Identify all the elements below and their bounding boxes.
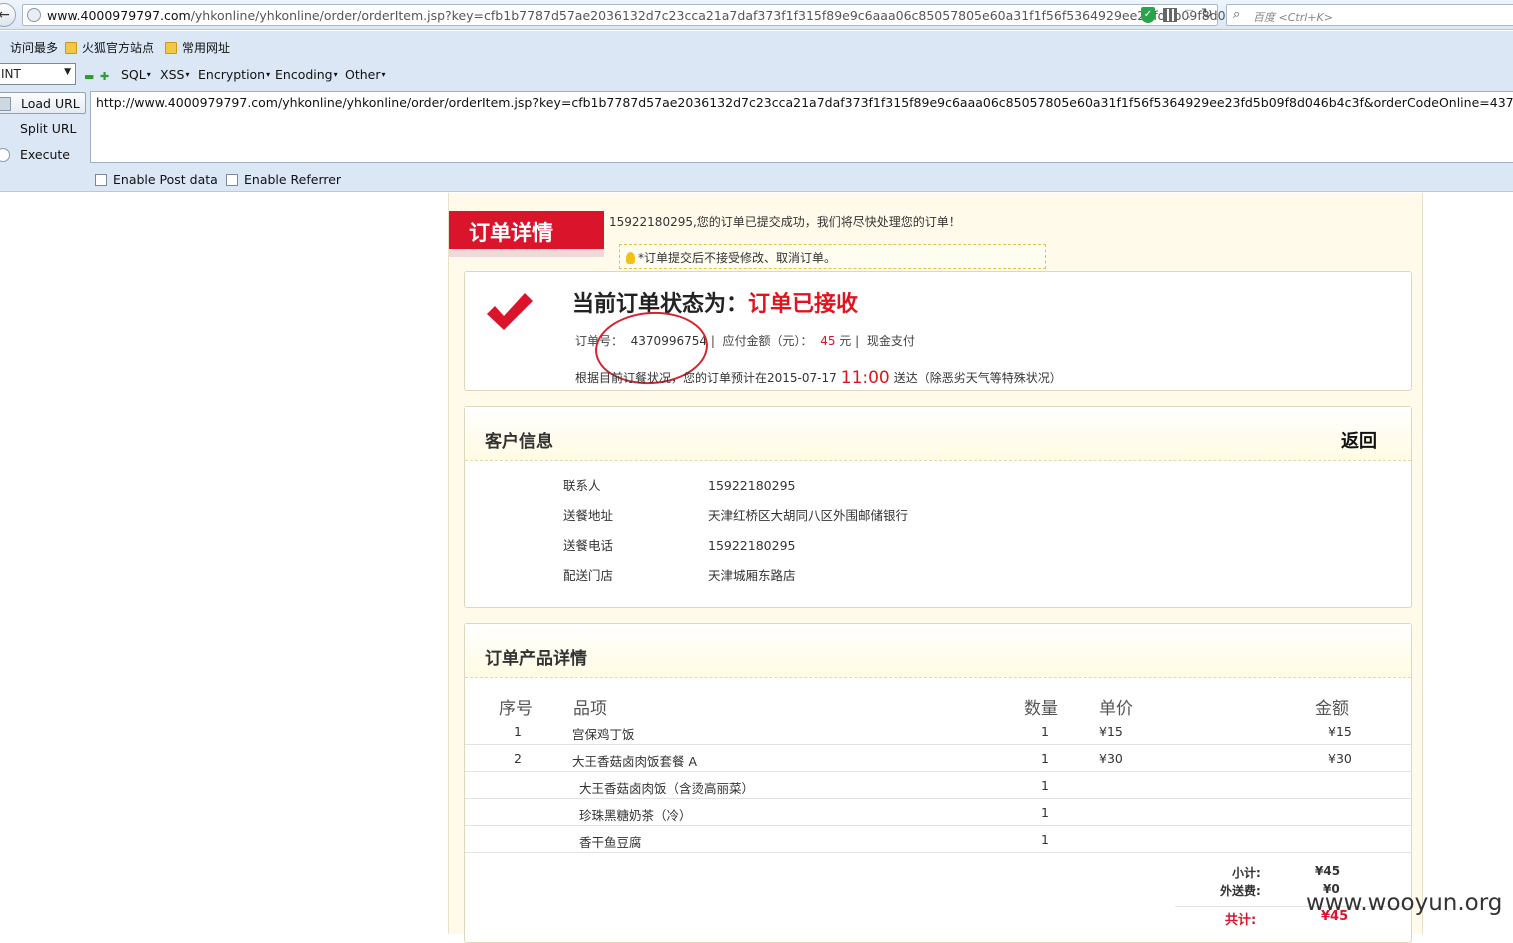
customer-info-header: 客户信息 返回 <box>465 407 1411 461</box>
col-header-no: 序号 <box>499 699 533 719</box>
delivery-fee-label: 外送费: <box>1220 884 1261 898</box>
load-icon <box>0 97 11 111</box>
total-label: 共计: <box>1225 913 1257 928</box>
checkmark-icon <box>487 293 533 330</box>
order-page: 订单详情 15922180295,您的订单已提交成功，我们将尽快处理您的订单！ … <box>448 193 1423 943</box>
order-products-panel: 订单产品详情 序号 品项 数量 单价 金额 1 宫保鸡丁饭 1 ¥15 ¥15 2大… <box>464 623 1413 943</box>
table-row: 2 大王香菇卤肉饭套餐 A 1 ¥30 ¥30 <box>465 745 1411 772</box>
bookmark-firefox-official[interactable]: 火狐官方站点 <box>65 39 154 56</box>
menu-encoding[interactable]: Encoding▾ <box>275 67 338 82</box>
order-status-value: 订单已接收 <box>748 292 859 317</box>
back-link[interactable]: 返回 <box>1341 427 1377 453</box>
menu-encryption[interactable]: Encryption▾ <box>198 67 270 82</box>
col-header-qty: 数量 <box>1024 699 1058 719</box>
execute-icon <box>0 148 10 162</box>
col-header-item: 品项 <box>573 699 607 719</box>
split-url-button[interactable]: Split URL <box>0 118 86 140</box>
browser-toolbar: ← www.4000979797.com/yhkonline/yhkonline… <box>0 0 1513 30</box>
enable-post-data-checkbox[interactable]: Enable Post data <box>95 172 218 187</box>
bookmark-most-visited[interactable]: 访问最多 <box>10 39 58 56</box>
shield-icon[interactable]: ✓ <box>1141 7 1155 23</box>
table-row: 香干鱼豆腐 1 <box>465 826 1411 853</box>
reload-icon[interactable]: ↻ <box>1201 6 1213 22</box>
delivery-eta: 根据目前订餐状况，您的订单预计在2015-07-17 11:00 送达（除恶劣天气等… <box>575 368 1062 388</box>
order-status-panel: 当前订单状态为：订单已接收 订单号： 4370996754 | 应付金额（元）：… <box>464 271 1412 391</box>
menu-other[interactable]: Other▾ <box>345 67 386 82</box>
table-row: 珍珠黑糖奶茶（冷） 1 <box>465 799 1411 826</box>
url-textarea[interactable]: http://www.4000979797.com/yhkonline/yhko… <box>90 91 1513 163</box>
table-row: 大王香菇卤肉饭（含烫高丽菜） 1 <box>465 772 1411 799</box>
bookmarks-bar: 访问最多 火狐官方站点 常用网址 <box>0 31 1513 61</box>
ribbon-fold <box>449 249 604 257</box>
execute-button[interactable]: Execute <box>0 144 86 166</box>
info-row-contact: 联系人 15922180295 <box>563 478 796 493</box>
subtotal-value: ¥45 <box>1315 864 1341 878</box>
col-header-amount: 金额 <box>1315 699 1349 719</box>
payment-method: 现金支付 <box>866 334 915 348</box>
bookmark-common-sites[interactable]: 常用网址 <box>165 39 230 56</box>
notice-box: *订单提交后不接受修改、取消订单。 <box>619 244 1046 269</box>
plus-icon[interactable]: ✚ <box>100 70 109 83</box>
hackbar-panel: Load URL Split URL Execute http://www.40… <box>0 89 1513 192</box>
customer-info-title: 客户信息 <box>485 432 553 452</box>
watermark: www.wooyun.org <box>1306 890 1503 916</box>
order-amount: 45 <box>820 334 836 348</box>
order-detail-ribbon: 订单详情 <box>449 211 604 249</box>
menu-xss[interactable]: XSS▾ <box>160 67 189 82</box>
dropdown-arrow-icon[interactable]: ▽ <box>1185 7 1193 20</box>
info-row-phone: 送餐电话 15922180295 <box>563 538 796 553</box>
submit-message: 15922180295,您的订单已提交成功，我们将尽快处理您的订单！ <box>609 215 961 229</box>
qr-code-icon[interactable] <box>1163 8 1177 22</box>
globe-icon <box>27 8 41 22</box>
folder-icon <box>165 42 177 54</box>
load-url-button[interactable]: Load URL <box>0 92 86 114</box>
order-status-title: 当前订单状态为：订单已接收 <box>572 292 859 317</box>
address-text: www.4000979797.com/yhkonline/yhkonline/o… <box>47 8 1250 23</box>
subtotal-label: 小计: <box>1232 866 1261 880</box>
search-icon: ⌕ <box>1233 7 1241 22</box>
lightbulb-icon <box>626 252 635 264</box>
back-button[interactable]: ← <box>0 3 16 27</box>
back-arrow-icon: ← <box>0 7 10 23</box>
info-row-address: 送餐地址 天津红桥区大胡同八区外围邮储银行 <box>563 508 909 523</box>
products-header: 订单产品详情 <box>465 624 1411 678</box>
address-bar[interactable]: www.4000979797.com/yhkonline/yhkonline/o… <box>22 4 1249 26</box>
minus-icon[interactable]: ▬ <box>84 70 94 83</box>
hackbar-menu-bar: INT ▼ ▬ ✚ SQL▾ XSS▾ Encryption▾ Encoding▾… <box>0 61 1513 89</box>
folder-icon <box>65 42 77 54</box>
enable-referrer-checkbox[interactable]: Enable Referrer <box>226 172 341 187</box>
table-row: 1 宫保鸡丁饭 1 ¥15 ¥15 <box>465 718 1411 745</box>
customer-info-panel: 客户信息 返回 联系人 15922180295 送餐地址 天津红桥区大胡同八区外围邮… <box>464 406 1412 608</box>
info-row-store: 配送门店 天津城厢东路店 <box>563 568 796 583</box>
menu-sql[interactable]: SQL▾ <box>121 67 151 82</box>
search-placeholder: 百度 <Ctrl+K> <box>1253 11 1333 24</box>
type-select[interactable]: INT ▼ <box>0 63 76 85</box>
products-title: 订单产品详情 <box>485 649 587 669</box>
col-header-price: 单价 <box>1099 699 1133 719</box>
eta-time: 11:00 <box>840 368 890 388</box>
search-box[interactable]: ⌕ 百度 <Ctrl+K> <box>1226 4 1513 26</box>
select-arrow-icon: ▼ <box>64 67 71 77</box>
